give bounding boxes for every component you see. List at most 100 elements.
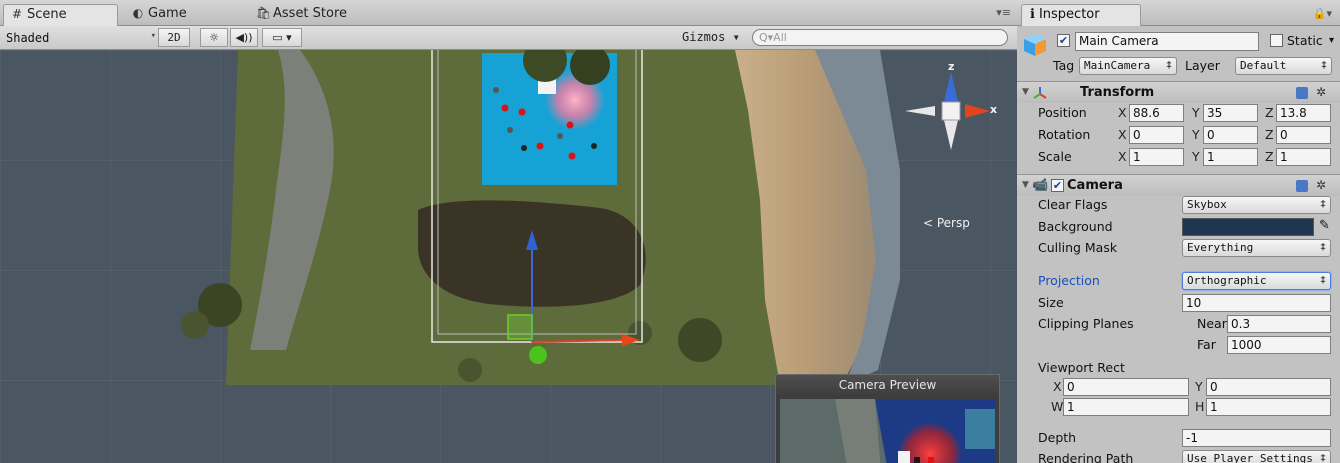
tab-asset-store[interactable]: 🛍 Asset Store xyxy=(250,4,390,26)
static-label: Static xyxy=(1287,33,1323,48)
scene-tab-icon: # xyxy=(11,7,23,21)
chevron-down-icon[interactable]: ▾ xyxy=(1329,35,1334,46)
tag-dropdown[interactable]: MainCamera ‡ xyxy=(1079,57,1177,75)
background-row: Background ✎ xyxy=(1017,216,1340,238)
size-label: Size xyxy=(1038,295,1064,310)
rotation-row: Rotation X 0 Y 0 Z 0 xyxy=(1017,124,1340,146)
gizmo-z-axis-label[interactable]: z xyxy=(948,60,954,73)
rotation-y-field[interactable]: 0 xyxy=(1203,126,1258,144)
rendering-path-label: Rendering Path xyxy=(1038,451,1134,463)
near-clip-field[interactable]: 0.3 xyxy=(1227,315,1331,333)
scale-x-field[interactable]: 1 xyxy=(1129,148,1184,166)
rotation-y-label: Y xyxy=(1192,127,1200,142)
clear-flags-row: Clear Flags Skybox ‡ xyxy=(1017,194,1340,216)
background-label: Background xyxy=(1038,219,1113,234)
rotation-x-field[interactable]: 0 xyxy=(1129,126,1184,144)
help-icon[interactable] xyxy=(1296,86,1309,99)
scene-lighting-icon[interactable]: ☼ xyxy=(200,28,228,47)
scene-effects-icon[interactable]: ▭ ▾ xyxy=(262,28,302,47)
tab-scene[interactable]: # Scene xyxy=(3,4,118,26)
component-settings-icons[interactable]: ✲ xyxy=(1296,85,1330,99)
tab-game-label: Game xyxy=(148,6,187,21)
viewport-h-field[interactable]: 1 xyxy=(1206,398,1331,416)
foldout-arrow-icon[interactable]: ▼ xyxy=(1022,87,1029,97)
tab-inspector[interactable]: ℹ Inspector xyxy=(1021,4,1141,26)
position-x-field[interactable]: 88.6 xyxy=(1129,104,1184,122)
viewport-wh-row: W 1 H 1 xyxy=(1017,396,1340,418)
scene-viewport[interactable]: z x < Persp Camera Preview xyxy=(0,50,1017,463)
tag-value: MainCamera xyxy=(1084,59,1151,72)
lock-icon[interactable]: 🔒▾ xyxy=(1313,7,1332,20)
scene-search-input[interactable]: Q▾All xyxy=(752,29,1008,46)
dropdown-arrow-icon: ‡ xyxy=(1165,60,1172,71)
layer-dropdown[interactable]: Default ‡ xyxy=(1235,57,1332,75)
dropdown-arrow-icon: ‡ xyxy=(1319,275,1326,286)
gizmos-dropdown[interactable]: Gizmos ▾ xyxy=(682,30,740,44)
viewport-x-field[interactable]: 0 xyxy=(1063,378,1189,396)
projection-dropdown[interactable]: Orthographic ‡ xyxy=(1182,272,1331,290)
layer-label: Layer xyxy=(1185,58,1220,73)
viewport-w-label: W xyxy=(1051,399,1064,414)
depth-field[interactable]: -1 xyxy=(1182,429,1331,447)
rotation-z-field[interactable]: 0 xyxy=(1276,126,1331,144)
camera-header[interactable]: ▼ 📹 ✔ Camera ✲ xyxy=(1017,174,1340,196)
viewport-rect-label: Viewport Rect xyxy=(1038,360,1125,375)
tab-inspector-label: Inspector xyxy=(1038,7,1100,22)
scene-tab-menu-icon[interactable]: ▾≡ xyxy=(996,6,1011,19)
inspector-tab-bar: ℹ Inspector 🔒▾ xyxy=(1017,0,1340,26)
rotation-z-label: Z xyxy=(1265,127,1274,142)
size-field[interactable]: 10 xyxy=(1182,294,1331,312)
culling-mask-row: Culling Mask Everything ‡ xyxy=(1017,237,1340,259)
clipping-near-row: Clipping Planes Near 0.3 xyxy=(1017,313,1340,335)
static-checkbox[interactable] xyxy=(1270,34,1283,47)
shading-mode-dropdown[interactable]: Shaded ▾ xyxy=(6,31,156,45)
clear-flags-dropdown[interactable]: Skybox ‡ xyxy=(1182,196,1331,214)
transform-header[interactable]: ▼ Transform ✲ xyxy=(1017,81,1340,103)
help-icon[interactable] xyxy=(1296,179,1309,192)
scale-row: Scale X 1 Y 1 Z 1 xyxy=(1017,146,1340,168)
shading-mode-value: Shaded xyxy=(6,31,50,45)
toggle-2d-button[interactable]: 2D xyxy=(158,28,190,47)
position-z-field[interactable]: 13.8 xyxy=(1276,104,1331,122)
rendering-path-dropdown[interactable]: Use Player Settings ‡ xyxy=(1182,450,1331,463)
dropdown-arrow-icon: ‡ xyxy=(1320,60,1327,71)
camera-preview-window: Camera Preview xyxy=(775,374,1000,463)
depth-label: Depth xyxy=(1038,430,1077,445)
camera-enabled-checkbox[interactable]: ✔ xyxy=(1051,179,1064,192)
projection-value: Orthographic xyxy=(1187,274,1267,287)
object-name-field[interactable]: Main Camera xyxy=(1075,32,1259,51)
tag-layer-row: Tag MainCamera ‡ Layer Default ‡ xyxy=(1017,55,1340,77)
position-y-field[interactable]: 35 xyxy=(1203,104,1258,122)
scale-z-field[interactable]: 1 xyxy=(1276,148,1331,166)
projection-label: Projection xyxy=(1038,273,1100,288)
position-x-label: X xyxy=(1118,105,1127,120)
transform-title: Transform xyxy=(1080,85,1155,100)
dropdown-arrow-icon: ‡ xyxy=(1319,242,1326,253)
perspective-toggle-label[interactable]: < Persp xyxy=(923,216,970,230)
background-color-swatch[interactable] xyxy=(1182,218,1314,236)
foldout-arrow-icon[interactable]: ▼ xyxy=(1022,180,1029,190)
position-z-label: Z xyxy=(1265,105,1274,120)
culling-mask-dropdown[interactable]: Everything ‡ xyxy=(1182,239,1331,257)
far-clip-field[interactable]: 1000 xyxy=(1227,336,1331,354)
tab-scene-label: Scene xyxy=(27,7,67,22)
scene-toolbar: Shaded ▾ 2D ☼ ◀)) ▭ ▾ Gizmos ▾ Q▾All xyxy=(0,26,1017,50)
tab-game[interactable]: ◐ Game xyxy=(125,4,235,26)
eyedropper-icon[interactable]: ✎ xyxy=(1319,218,1330,233)
viewport-w-field[interactable]: 1 xyxy=(1063,398,1189,416)
dropdown-arrow-icon: ‡ xyxy=(1319,453,1326,463)
clipping-planes-label: Clipping Planes xyxy=(1038,316,1134,331)
position-y-label: Y xyxy=(1192,105,1200,120)
scene-audio-icon[interactable]: ◀)) xyxy=(230,28,258,47)
object-active-checkbox[interactable]: ✔ xyxy=(1057,34,1070,47)
position-row: Position X 88.6 Y 35 Z 13.8 xyxy=(1017,102,1340,124)
component-settings-icons[interactable]: ✲ xyxy=(1296,178,1330,192)
gizmo-x-axis-label[interactable]: x xyxy=(990,103,997,116)
clear-flags-label: Clear Flags xyxy=(1038,197,1108,212)
camera-title: Camera xyxy=(1067,178,1123,193)
rotation-label: Rotation xyxy=(1038,127,1091,142)
asset-store-icon: 🛍 xyxy=(256,6,272,20)
scene-panel: # Scene ◐ Game 🛍 Asset Store ▾≡ Shaded ▾ 2D… xyxy=(0,0,1017,463)
scale-y-field[interactable]: 1 xyxy=(1203,148,1258,166)
viewport-y-field[interactable]: 0 xyxy=(1206,378,1331,396)
